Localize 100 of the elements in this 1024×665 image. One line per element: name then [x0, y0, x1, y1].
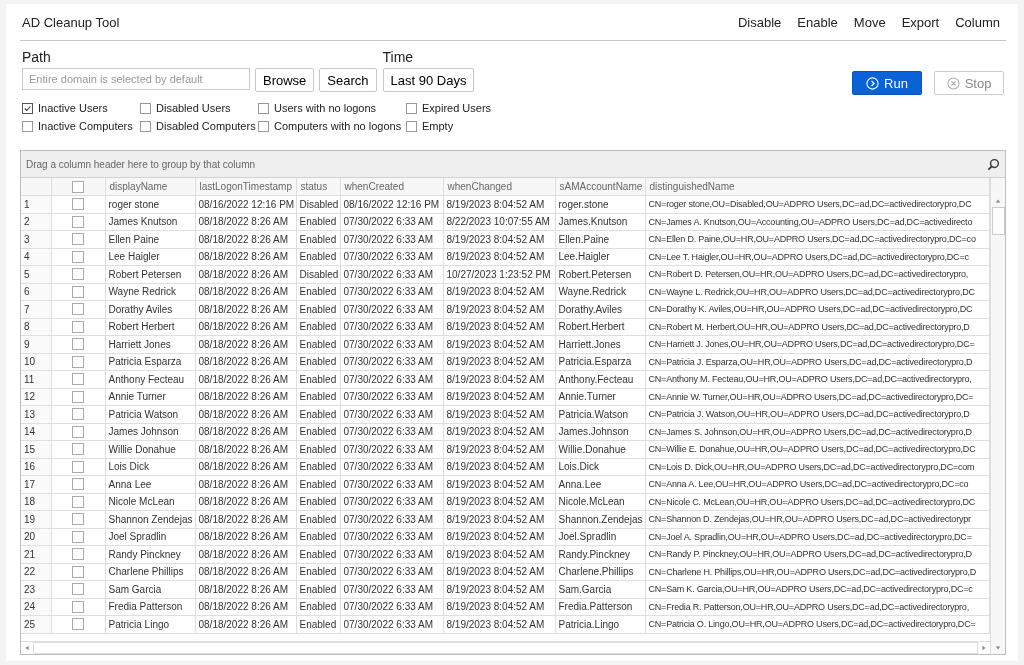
timestamp-cell: 08/16/2022 12:16 PM — [195, 195, 296, 213]
row-checkbox[interactable] — [72, 460, 84, 473]
row-checkbox[interactable] — [72, 215, 84, 228]
date-cell: 8/19/2023 8:04:52 AM — [443, 283, 555, 301]
row-checkbox[interactable] — [72, 285, 84, 298]
timestamp-cell: 08/18/2022 8:26 AM — [195, 528, 296, 546]
date-cell: 07/30/2022 6:33 AM — [340, 370, 443, 388]
timestamp-cell: 08/18/2022 8:26 AM — [195, 353, 296, 371]
status-cell: Enabled — [296, 423, 340, 441]
date-cell: 07/30/2022 6:33 AM — [340, 510, 443, 528]
timestamp-cell: 08/18/2022 8:26 AM — [195, 545, 296, 563]
timestamp-cell: 08/18/2022 8:26 AM — [195, 283, 296, 301]
display-name-cell: Patricia Watson — [105, 405, 195, 423]
column-header[interactable]: status — [296, 178, 340, 196]
display-name-cell: Anthony Fecteau — [105, 370, 195, 388]
column-header[interactable]: lastLogonTimestamp — [195, 178, 296, 196]
search-icon[interactable] — [987, 157, 1000, 171]
path-field[interactable]: Entire domain is selected by default — [22, 68, 250, 90]
account-name-cell: James.Knutson — [555, 213, 645, 231]
row-checkbox[interactable] — [72, 583, 84, 596]
menu-item[interactable]: Column — [949, 12, 1006, 32]
status-cell: Enabled — [296, 388, 340, 406]
date-cell: 07/30/2022 6:33 AM — [340, 300, 443, 318]
row-checkbox[interactable] — [72, 600, 84, 613]
row-checkbox[interactable] — [72, 320, 84, 333]
row-checkbox[interactable] — [72, 303, 84, 316]
display-name-cell: Ellen Paine — [105, 230, 195, 248]
menu-item[interactable]: Export — [895, 12, 946, 32]
account-name-cell: Anna.Lee — [555, 475, 645, 493]
scroll-down-icon[interactable] — [995, 645, 1001, 651]
vertical-scrollbar[interactable] — [990, 178, 1005, 654]
distinguished-name-cell: CN=Fredia R. Patterson,OU=HR,OU=ADPRO Users,DC=ad,DC=activedirectorypro, — [645, 598, 990, 616]
stop-button[interactable]: Stop — [934, 71, 1004, 95]
display-name-cell: Annie Turner — [105, 388, 195, 406]
filter-checkbox[interactable]: Disabled Computers — [140, 120, 258, 132]
filter-checkbox[interactable]: Inactive Users — [22, 102, 140, 114]
distinguished-name-cell: CN=Patricia J. Esparza,OU=HR,OU=ADPRO Users,DC=ad,DC=activedirectorypro,D — [645, 353, 990, 371]
timestamp-cell: 08/18/2022 8:26 AM — [195, 248, 296, 266]
row-checkbox[interactable] — [72, 478, 84, 491]
account-name-cell: Fredia.Patterson — [555, 598, 645, 616]
scroll-right-icon[interactable] — [981, 645, 987, 651]
scroll-up-icon[interactable] — [995, 198, 1001, 204]
row-checkbox[interactable] — [72, 338, 84, 351]
status-cell: Disabled — [296, 195, 340, 213]
filter-checkbox[interactable]: Inactive Computers — [22, 120, 140, 132]
row-checkbox[interactable] — [72, 198, 84, 211]
time-range-button[interactable]: Last 90 Days — [382, 68, 475, 92]
browse-button[interactable]: Browse — [255, 68, 315, 92]
filter-checkbox[interactable]: Users with no logons — [258, 102, 406, 114]
row-checkbox[interactable] — [72, 513, 84, 526]
column-header[interactable]: whenCreated — [340, 178, 443, 196]
run-button[interactable]: Run — [852, 71, 922, 95]
row-checkbox[interactable] — [72, 355, 84, 368]
date-cell: 8/19/2023 8:04:52 AM — [443, 598, 555, 616]
row-checkbox[interactable] — [72, 268, 84, 281]
search-button[interactable]: Search — [319, 68, 377, 92]
row-checkbox[interactable] — [72, 565, 84, 578]
row-checkbox[interactable] — [72, 495, 84, 508]
date-cell: 8/19/2023 8:04:52 AM — [443, 248, 555, 266]
row-checkbox[interactable] — [72, 373, 84, 386]
row-checkbox[interactable] — [72, 443, 84, 456]
date-cell: 07/30/2022 6:33 AM — [340, 423, 443, 441]
scroll-left-icon[interactable] — [24, 645, 30, 651]
row-checkbox[interactable] — [72, 233, 84, 246]
timestamp-cell: 08/18/2022 8:26 AM — [195, 370, 296, 388]
column-header[interactable]: whenChanged — [443, 178, 555, 196]
row-checkbox[interactable] — [72, 548, 84, 561]
row-checkbox[interactable] — [72, 425, 84, 438]
filter-checkbox[interactable]: Empty — [406, 120, 516, 132]
account-name-cell: roger.stone — [555, 195, 645, 213]
column-header[interactable]: displayName — [105, 178, 195, 196]
column-header[interactable]: distinguishedName — [645, 178, 990, 196]
status-cell: Enabled — [296, 283, 340, 301]
row-checkbox[interactable] — [72, 250, 84, 263]
account-name-cell: Ellen.Paine — [555, 230, 645, 248]
date-cell: 07/30/2022 6:33 AM — [340, 265, 443, 283]
select-all-checkbox[interactable] — [72, 180, 84, 193]
row-checkbox[interactable] — [72, 618, 84, 631]
display-name-cell: Wayne Redrick — [105, 283, 195, 301]
display-name-cell: James Johnson — [105, 423, 195, 441]
time-label: Time — [382, 49, 415, 65]
row-checkbox[interactable] — [72, 530, 84, 543]
timestamp-cell: 08/18/2022 8:26 AM — [195, 615, 296, 633]
account-name-cell: James.Johnson — [555, 423, 645, 441]
date-cell: 07/30/2022 6:33 AM — [340, 230, 443, 248]
distinguished-name-cell: CN=Lee T. Haigler,OU=HR,OU=ADPRO Users,DC=ad,DC=activedirectorypro,DC=c — [645, 248, 990, 266]
account-name-cell: Randy.Pinckney — [555, 545, 645, 563]
timestamp-cell: 08/18/2022 8:26 AM — [195, 318, 296, 336]
timestamp-cell: 08/18/2022 8:26 AM — [195, 510, 296, 528]
menu-item[interactable]: Disable — [732, 12, 788, 32]
filter-checkbox[interactable]: Expired Users — [406, 102, 516, 114]
scroll-thumb[interactable] — [991, 207, 1005, 235]
row-checkbox[interactable] — [72, 390, 84, 403]
menu-item[interactable]: Enable — [791, 12, 844, 32]
column-header[interactable]: sAMAccountName — [555, 178, 645, 196]
row-checkbox[interactable] — [72, 408, 84, 421]
menu-item[interactable]: Move — [847, 12, 892, 32]
distinguished-name-cell: CN=Joel A. Spradlin,OU=HR,OU=ADPRO Users,DC=ad,DC=activedirectorypro,DC= — [645, 528, 990, 546]
filter-checkbox[interactable]: Disabled Users — [140, 102, 258, 114]
filter-checkbox[interactable]: Computers with no logons — [258, 120, 406, 132]
